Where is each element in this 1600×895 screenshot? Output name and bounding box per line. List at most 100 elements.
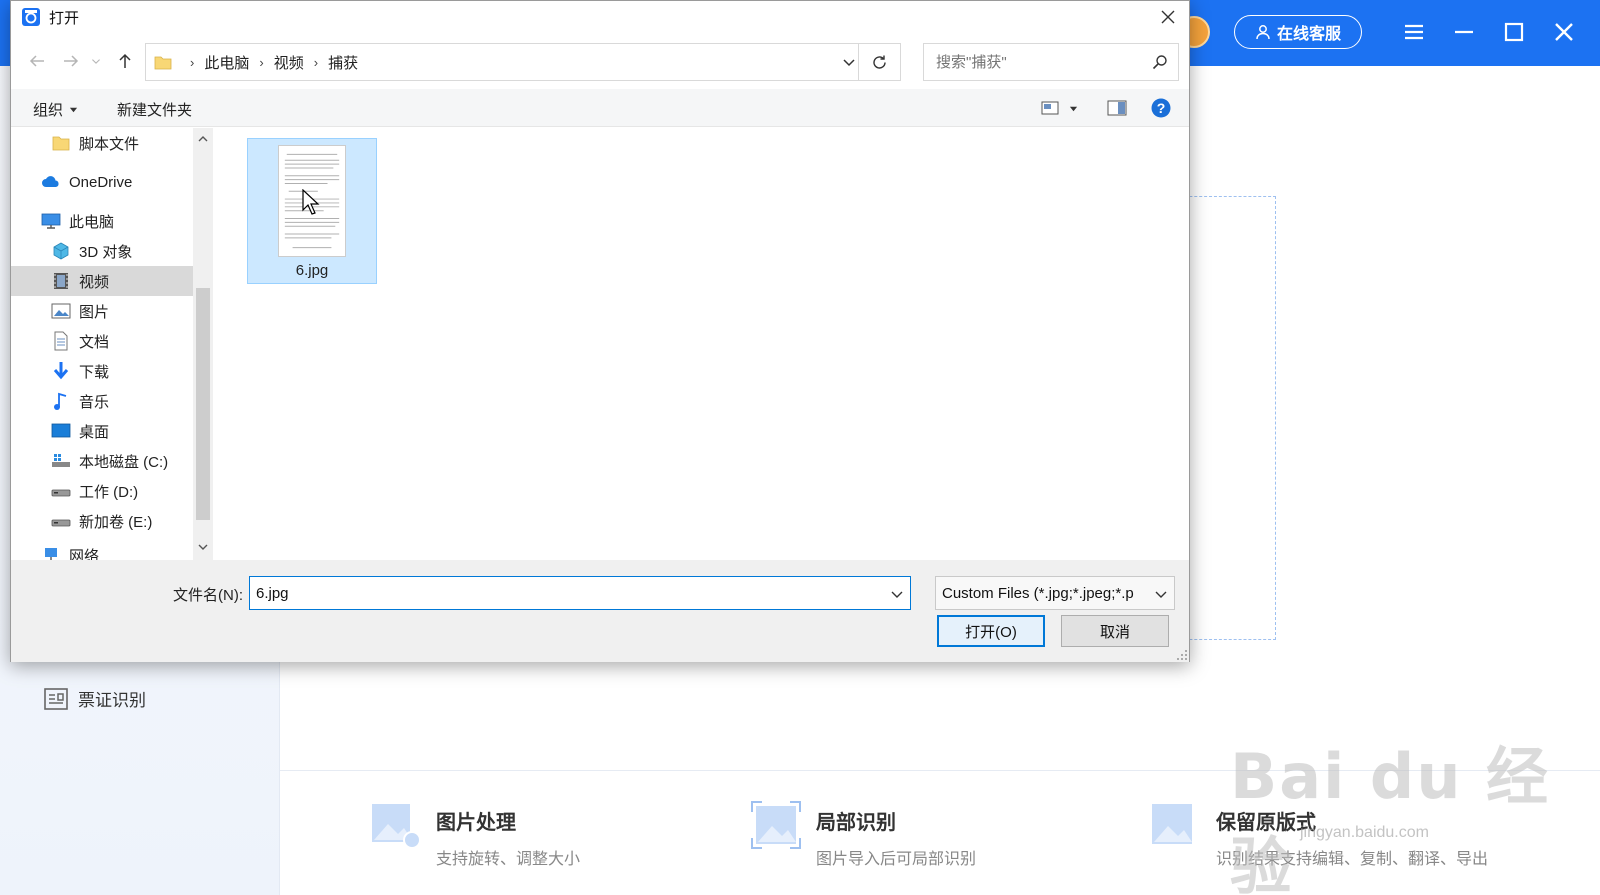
dialog-toolbar: 组织 新建文件夹 ?: [11, 89, 1189, 127]
address-dropdown-icon[interactable]: [840, 53, 858, 71]
file-item[interactable]: 6.jpg: [247, 138, 377, 284]
feature-desc: 图片导入后可局部识别: [816, 851, 977, 868]
feature-desc: 支持旋转、调整大小: [436, 851, 581, 868]
document-icon: [54, 331, 68, 351]
chevron-down-icon[interactable]: [890, 587, 904, 601]
chevron-down-icon: [1155, 591, 1167, 598]
caret-down-icon: [1069, 106, 1078, 111]
arrow-up-icon: [119, 53, 131, 68]
nav-item-drive-c[interactable]: 本地磁盘 (C:): [11, 446, 193, 476]
svg-text:?: ?: [1157, 100, 1166, 116]
nav-item-pictures[interactable]: 图片: [11, 296, 193, 326]
nav-item-music[interactable]: 音乐: [11, 386, 193, 416]
arrow-left-icon: [29, 55, 44, 67]
network-icon: [45, 548, 57, 560]
search-box[interactable]: [923, 43, 1179, 81]
nav-item-label: 桌面: [79, 423, 110, 441]
folder-icon: [52, 136, 70, 151]
chevron-down-icon: [92, 59, 100, 64]
view-options-button[interactable]: [1041, 97, 1078, 119]
nav-item-videos[interactable]: 视频: [11, 266, 193, 296]
scroll-up-icon[interactable]: [198, 134, 208, 144]
nav-item-network[interactable]: 网络: [11, 540, 193, 560]
baidu-watermark: Bai du 经验: [1230, 740, 1551, 895]
preview-pane-icon: [1107, 100, 1127, 116]
feature-partial-recognition: 局部识别 图片导入后可局部识别: [750, 800, 976, 869]
filetype-value: Custom Files (*.jpg;*.jpeg;*.p: [942, 584, 1134, 602]
image-processing-icon: [372, 804, 421, 849]
scrollbar-thumb[interactable]: [196, 288, 210, 520]
nav-item-downloads[interactable]: 下载: [11, 356, 193, 386]
feature-image-processing: 图片处理 支持旋转、调整大小: [370, 800, 580, 869]
menu-icon[interactable]: [1398, 16, 1430, 48]
refresh-button[interactable]: [858, 44, 900, 80]
up-button[interactable]: [113, 49, 137, 73]
organize-menu-button[interactable]: 组织: [33, 99, 78, 120]
cancel-button[interactable]: 取消: [1061, 615, 1169, 647]
caret-down-icon: [69, 107, 78, 113]
app-logo-icon: [22, 8, 40, 26]
nav-item-drive-d[interactable]: 工作 (D:): [11, 476, 193, 506]
nav-item-scripts[interactable]: 脚本文件: [11, 128, 193, 158]
help-button[interactable]: ?: [1151, 97, 1171, 119]
filename-label: 文件名(N):: [173, 587, 243, 604]
help-icon: ?: [1151, 98, 1171, 118]
sidebar-item-label: 票证识别: [78, 691, 146, 710]
address-bar[interactable]: › 此电脑 › 视频 › 捕获: [145, 43, 901, 81]
close-app-icon[interactable]: [1548, 16, 1580, 48]
nav-item-label: 图片: [79, 303, 110, 321]
dialog-footer: 文件名(N): Custom Files (*.jpg;*.jpeg;*.p 打…: [11, 560, 1189, 662]
online-service-button[interactable]: 在线客服: [1234, 15, 1362, 49]
breadcrumb-this-pc[interactable]: 此电脑: [204, 52, 249, 73]
search-input[interactable]: [936, 53, 1136, 71]
breadcrumb-captures[interactable]: 捕获: [328, 52, 358, 73]
chevron-right-icon: ›: [190, 54, 195, 70]
resize-grip-icon[interactable]: [1177, 650, 1187, 660]
folder-icon: [154, 56, 172, 70]
cube-icon: [53, 242, 69, 260]
dialog-close-button[interactable]: [1153, 3, 1183, 31]
nav-item-this-pc[interactable]: 此电脑: [11, 206, 193, 236]
scroll-down-icon[interactable]: [198, 542, 208, 552]
computer-icon: [41, 213, 61, 229]
dialog-title: 打开: [49, 9, 80, 27]
nav-item-label: 音乐: [79, 393, 110, 411]
new-folder-label: 新建文件夹: [117, 102, 193, 119]
forward-button[interactable]: [59, 49, 83, 73]
nav-item-label: 3D 对象: [79, 243, 133, 261]
feature-title: 图片处理: [436, 812, 516, 834]
refresh-icon: [873, 55, 886, 69]
filename-input[interactable]: [256, 584, 876, 602]
nav-item-drive-e[interactable]: 新加卷 (E:): [11, 506, 193, 536]
desktop-icon: [51, 423, 71, 438]
watermark-url: jingyan.baidu.com: [1300, 824, 1429, 841]
open-button[interactable]: 打开(O): [937, 615, 1045, 647]
preview-pane-button[interactable]: [1107, 97, 1127, 119]
nav-item-label: 本地磁盘 (C:): [79, 453, 169, 471]
nav-item-onedrive[interactable]: OneDrive: [11, 167, 193, 197]
nav-item-label: OneDrive: [69, 173, 133, 191]
ticket-icon: [44, 687, 68, 710]
minimize-icon[interactable]: [1448, 16, 1480, 48]
new-folder-button[interactable]: 新建文件夹: [117, 99, 192, 120]
navigation-scrollbar[interactable]: [193, 128, 213, 560]
drive-icon: [51, 489, 71, 497]
sidebar-item-ticket-recognition[interactable]: 票证识别: [44, 686, 146, 711]
file-name: 6.jpg: [295, 262, 329, 279]
recent-locations-button[interactable]: [89, 49, 103, 73]
nav-item-label: 文档: [79, 333, 110, 351]
nav-item-documents[interactable]: 文档: [11, 326, 193, 356]
nav-item-3d-objects[interactable]: 3D 对象: [11, 236, 193, 266]
breadcrumb-videos[interactable]: 视频: [274, 52, 304, 73]
nav-item-label: 视频: [79, 273, 110, 291]
navigation-pane: 脚本文件 OneDrive 此电脑 3D 对象 视频 图片 文档 下载 音乐 桌…: [11, 128, 193, 560]
nav-item-label: 网络: [69, 547, 100, 561]
keep-layout-icon: [1152, 804, 1192, 844]
nav-item-desktop[interactable]: 桌面: [11, 416, 193, 446]
chevron-right-icon: ›: [313, 54, 319, 70]
back-button[interactable]: [25, 49, 49, 73]
nav-item-label: 此电脑: [69, 213, 115, 231]
filename-combobox[interactable]: [249, 576, 911, 610]
filetype-select[interactable]: Custom Files (*.jpg;*.jpeg;*.p: [935, 576, 1175, 610]
maximize-icon[interactable]: [1498, 16, 1530, 48]
